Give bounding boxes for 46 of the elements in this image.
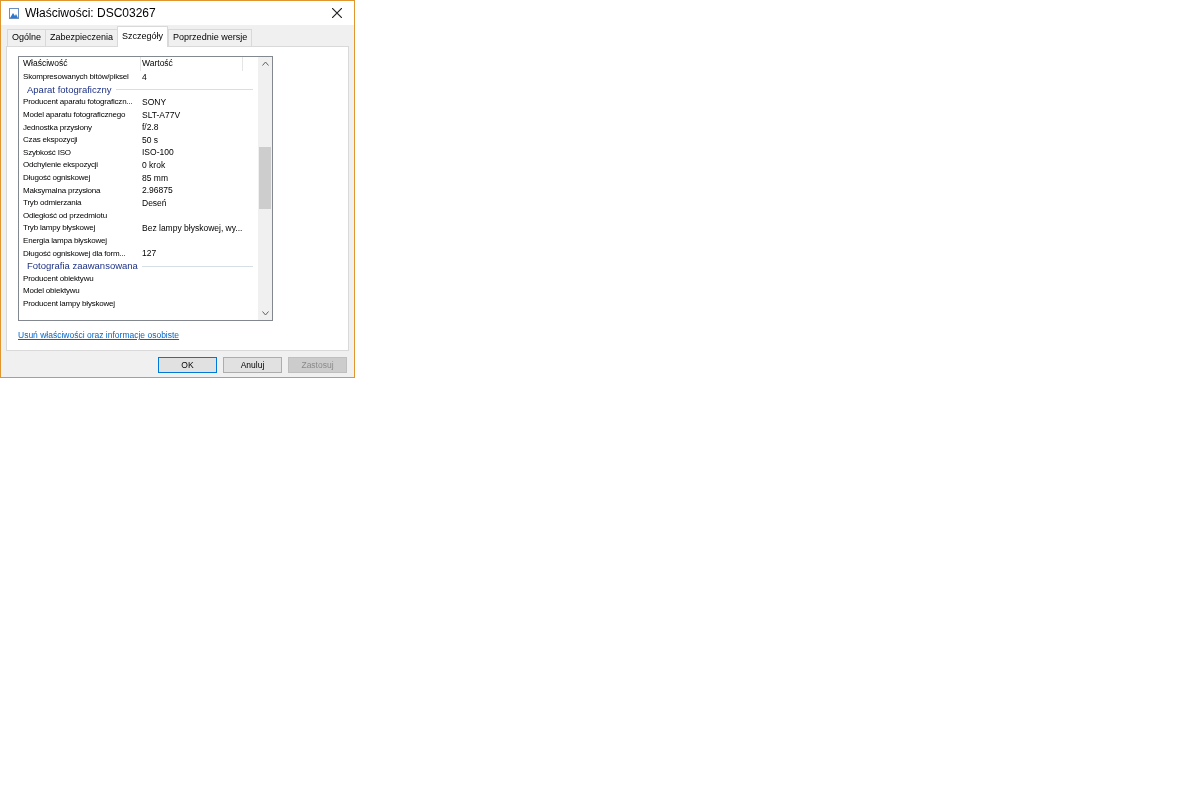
dialog-button[interactable]: Anuluj (223, 357, 282, 373)
property-value: SLT-A77V (141, 108, 181, 122)
column-header[interactable]: Wartość (141, 57, 243, 71)
tab[interactable]: Ogólne (7, 29, 47, 46)
property-name: Skompresowanych bitów/piksel (22, 71, 130, 84)
dialog-button[interactable]: OK (158, 357, 217, 373)
property-name: Długość ogniskowej dla form... (22, 247, 127, 260)
property-value: 0 krok (141, 159, 166, 172)
property-value: 85 mm (141, 171, 168, 185)
window-title: Właściwości: DSC03267 (25, 5, 156, 22)
property-value: Bez lampy błyskowej, wy... (141, 222, 243, 235)
property-value: SONY (141, 96, 167, 109)
property-name: Czas ekspozycji (22, 134, 79, 147)
property-name: Tryb lampy błyskowej (22, 222, 97, 235)
image-file-icon (9, 7, 19, 19)
scroll-thumb[interactable] (259, 147, 271, 209)
property-value: 4 (141, 70, 147, 84)
property-value: f/2.8 (141, 121, 159, 135)
property-name: Odchylenie ekspozycji (22, 159, 99, 172)
scroll-down-icon[interactable] (261, 311, 269, 316)
property-name: Maksymalna przysłona (22, 184, 102, 197)
tab[interactable]: Szczegóły (117, 26, 169, 47)
property-value: 2.96875 (141, 184, 173, 197)
property-name: Tryb odmierzania (22, 197, 83, 210)
property-name: Energia lampa błyskowej (22, 235, 108, 247)
property-name: Długość ogniskowej (22, 172, 92, 185)
group-heading[interactable]: Fotografia zaawansowana (27, 259, 138, 274)
property-name: Producent lampy błyskowej (22, 298, 116, 310)
close-icon[interactable] (332, 8, 342, 18)
property-name: Producent obiektywu (22, 272, 95, 285)
property-value: 127 (141, 247, 157, 260)
property-name: Szybkość ISO (22, 146, 72, 159)
property-name: Model obiektywu (22, 285, 81, 298)
property-value: ISO-100 (141, 146, 174, 160)
column-header[interactable]: Właściwość (19, 57, 141, 71)
scrollbar[interactable] (258, 57, 272, 320)
property-name: Jednostka przysłony (22, 121, 93, 134)
property-value: 50 s (141, 133, 159, 147)
property-name: Producent aparatu fotograficzn... (22, 96, 134, 109)
property-name: Odległość od przedmiotu (22, 209, 108, 222)
group-heading[interactable]: Aparat fotograficzny (27, 82, 112, 97)
scroll-up-icon[interactable] (261, 61, 269, 66)
remove-properties-link[interactable]: Usuń właściwości oraz informacje osobiste (18, 329, 180, 342)
tab[interactable]: Poprzednie wersje (168, 29, 253, 46)
property-name: Model aparatu fotograficznego (22, 109, 127, 122)
property-value: Deseń (141, 196, 167, 210)
